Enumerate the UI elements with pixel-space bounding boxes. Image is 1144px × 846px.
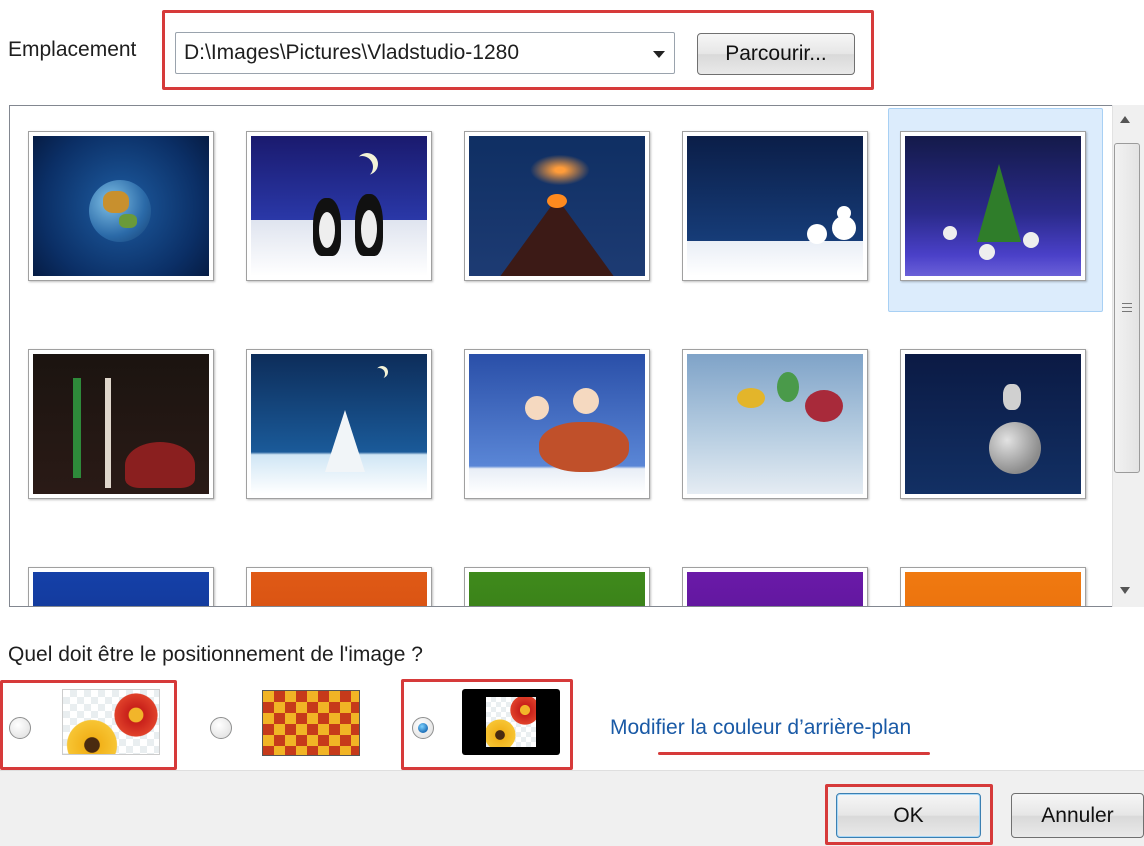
change-background-color-link[interactable]: Modifier la couleur d’arrière-plan [610, 716, 911, 740]
panel-bottom-mask [0, 607, 1144, 770]
location-path: D:\Images\Pictures\Vladstudio-1280 [184, 41, 520, 64]
cancel-button[interactable]: Annuler [1011, 793, 1144, 838]
thumbnail-volcano[interactable] [464, 131, 650, 281]
thumbnail-penguins[interactable] [246, 131, 432, 281]
location-combobox[interactable]: D:\Images\Pictures\Vladstudio-1280 [175, 32, 675, 74]
position-tile-radio[interactable] [210, 717, 232, 739]
scroll-up-icon[interactable] [1120, 116, 1130, 123]
position-fill-image[interactable] [62, 689, 160, 755]
thumbnail-globe[interactable] [28, 131, 214, 281]
thumbnail-candles[interactable] [28, 349, 214, 499]
thumbnail-christmas-tree[interactable] [900, 131, 1086, 281]
ok-button[interactable]: OK [836, 793, 981, 838]
positioning-label: Quel doit être le positionnement de l'im… [8, 643, 423, 666]
thumbnail-balloon-creatures[interactable] [682, 349, 868, 499]
browse-button[interactable]: Parcourir... [697, 33, 855, 75]
position-tile-image[interactable] [262, 690, 360, 756]
thumbnail-snowmen-night[interactable] [682, 131, 868, 281]
position-fill-radio[interactable] [9, 717, 31, 739]
thumbnail-astronaut[interactable] [900, 349, 1086, 499]
panel-bottom-border [9, 606, 1112, 607]
thumbnail-children-horse[interactable] [464, 349, 650, 499]
grip-line [1122, 307, 1132, 308]
link-red-underline [658, 752, 930, 755]
location-label: Emplacement [8, 38, 137, 61]
chevron-down-icon[interactable] [653, 51, 665, 58]
thumbnail-snowy-tree[interactable] [246, 349, 432, 499]
scroll-thumb[interactable] [1114, 143, 1140, 473]
grip-line [1122, 303, 1132, 304]
scroll-down-icon[interactable] [1120, 587, 1130, 594]
grip-line [1122, 311, 1132, 312]
position-center-radio[interactable] [412, 717, 434, 739]
position-center-image[interactable] [462, 689, 560, 755]
